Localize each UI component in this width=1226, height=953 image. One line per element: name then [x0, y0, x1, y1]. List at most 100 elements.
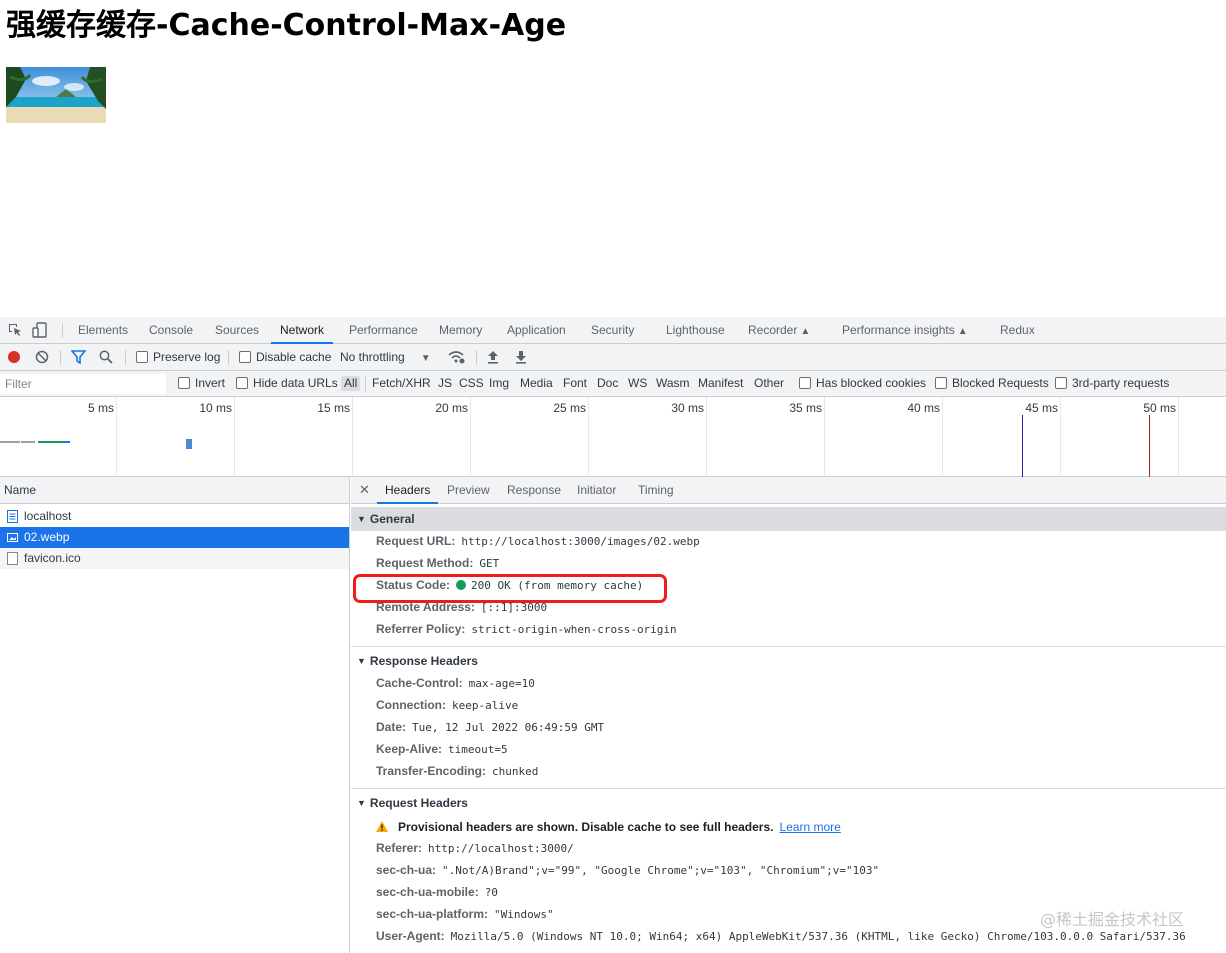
tab-security[interactable]: Security: [591, 317, 634, 344]
request-details-panel: ✕ Headers Preview Response Initiator Tim…: [351, 477, 1226, 953]
header-row: sec-ch-ua-platform: "Windows": [376, 907, 554, 921]
devtools-panel: Elements Console Sources Network Perform…: [0, 317, 1226, 953]
filter-type-wasm[interactable]: Wasm: [656, 371, 690, 396]
tab-performance[interactable]: Performance: [349, 317, 418, 344]
filter-icon[interactable]: [71, 350, 86, 364]
tab-lighthouse[interactable]: Lighthouse: [666, 317, 725, 344]
learn-more-link[interactable]: Learn more: [779, 820, 840, 834]
section-title: General: [369, 512, 415, 526]
filter-type-fetch-xhr[interactable]: Fetch/XHR: [372, 371, 431, 396]
tab-network[interactable]: Network: [271, 317, 334, 344]
header-row: Date: Tue, 12 Jul 2022 06:49:59 GMT: [376, 720, 605, 734]
filter-type-ws[interactable]: WS: [628, 371, 647, 396]
collapse-triangle-icon: ▼: [357, 798, 366, 808]
watermark: @稀土掘金技术社区: [1040, 910, 1185, 929]
request-row[interactable]: favicon.ico: [0, 548, 349, 569]
section-title: Request Headers: [369, 796, 468, 810]
tab-recorder[interactable]: Recorder ▲: [748, 317, 810, 344]
filter-type-all[interactable]: All: [341, 376, 361, 391]
tab-application[interactable]: Application: [507, 317, 566, 344]
tab-headers[interactable]: Headers: [377, 477, 439, 504]
export-har-icon[interactable]: [515, 350, 527, 364]
timeline-tick: 20 ms: [435, 401, 468, 415]
filter-type-img[interactable]: Img: [489, 371, 509, 396]
filter-type-js[interactable]: JS: [438, 371, 452, 396]
timeline-tick: 5 ms: [87, 401, 114, 415]
throttling-select[interactable]: No throttling ▼: [340, 344, 431, 370]
tab-redux[interactable]: Redux: [1000, 317, 1035, 344]
tab-performance-insights[interactable]: Performance insights ▲: [842, 317, 968, 344]
checkbox-icon: [236, 377, 248, 389]
close-details-icon[interactable]: ✕: [359, 477, 370, 504]
record-icon[interactable]: [7, 350, 21, 364]
timeline-tick: 50 ms: [1143, 401, 1176, 415]
clear-icon[interactable]: [35, 350, 49, 364]
filter-type-font[interactable]: Font: [563, 371, 587, 396]
tab-elements[interactable]: Elements: [78, 317, 128, 344]
has-blocked-cookies-label: Has blocked cookies: [816, 376, 927, 390]
filter-type-manifest[interactable]: Manifest: [698, 371, 743, 396]
disable-cache-checkbox[interactable]: Disable cache: [239, 344, 331, 370]
column-header-name[interactable]: Name: [0, 477, 349, 504]
flask-icon: ▲: [957, 326, 968, 337]
filter-type-doc[interactable]: Doc: [597, 371, 618, 396]
status-code-highlight-annotation: [353, 574, 667, 603]
filter-type-media[interactable]: Media: [520, 371, 553, 396]
tab-performance-insights-label: Performance insights: [842, 323, 955, 337]
tab-sources[interactable]: Sources: [215, 317, 259, 344]
import-har-icon[interactable]: [487, 350, 499, 364]
third-party-requests-checkbox[interactable]: 3rd-party requests: [1055, 371, 1169, 396]
network-conditions-icon[interactable]: [448, 350, 466, 364]
network-overview-timeline[interactable]: 5 ms 10 ms 15 ms 20 ms 25 ms 30 ms 35 ms…: [0, 397, 1226, 477]
search-icon[interactable]: [99, 350, 113, 364]
tab-memory[interactable]: Memory: [439, 317, 482, 344]
throttling-value: No throttling: [340, 350, 405, 364]
dom-content-loaded-marker: [1022, 415, 1023, 477]
device-toolbar-icon[interactable]: [32, 322, 48, 338]
header-row: sec-ch-ua-mobile: ?0: [376, 885, 498, 899]
tab-console[interactable]: Console: [149, 317, 193, 344]
tab-response[interactable]: Response: [507, 477, 561, 504]
tab-preview[interactable]: Preview: [447, 477, 490, 504]
request-list: Name localhost 02.webp favicon.ico: [0, 477, 350, 953]
header-row: Request URL: http://localhost:3000/images…: [376, 534, 700, 548]
request-row[interactable]: localhost: [0, 506, 349, 527]
timeline-tick: 10 ms: [199, 401, 232, 415]
provisional-headers-warning: Provisional headers are shown. Disable c…: [376, 817, 841, 837]
filter-type-css[interactable]: CSS: [459, 371, 484, 396]
filter-input[interactable]: [0, 374, 166, 394]
inspect-element-icon[interactable]: [7, 322, 23, 338]
blocked-requests-checkbox[interactable]: Blocked Requests: [935, 371, 1049, 396]
network-filter-bar: Invert Hide data URLs All Fetch/XHR JS C…: [0, 371, 1226, 397]
hide-data-urls-label: Hide data URLs: [253, 376, 338, 390]
timeline-bar-localhost-ttfb: [38, 441, 64, 443]
request-row-selected[interactable]: 02.webp: [0, 527, 349, 548]
third-party-requests-label: 3rd-party requests: [1072, 376, 1170, 390]
header-row: Keep-Alive: timeout=5: [376, 742, 508, 756]
load-event-marker: [1149, 415, 1150, 477]
header-row: sec-ch-ua: ".Not/A)Brand";v="99", "Google…: [376, 863, 880, 877]
dropdown-arrow-icon: ▼: [420, 353, 431, 364]
collapse-triangle-icon: ▼: [357, 514, 366, 524]
invert-checkbox[interactable]: Invert: [178, 371, 225, 396]
request-name: 02.webp: [24, 530, 70, 544]
section-response-headers-header[interactable]: ▼ Response Headers: [351, 649, 1226, 673]
blocked-requests-label: Blocked Requests: [952, 376, 1049, 390]
checkbox-icon: [935, 377, 947, 389]
timeline-bar-localhost-download: [64, 441, 70, 443]
filter-type-other[interactable]: Other: [754, 371, 784, 396]
preserve-log-checkbox[interactable]: Preserve log: [136, 344, 220, 370]
header-row: Referer: http://localhost:3000/: [376, 841, 574, 855]
request-name: favicon.ico: [24, 551, 81, 565]
section-request-headers-header[interactable]: ▼ Request Headers: [351, 791, 1226, 815]
generic-file-icon: [7, 552, 18, 565]
section-general-header[interactable]: ▼ General: [351, 507, 1226, 531]
tab-timing[interactable]: Timing: [638, 477, 674, 504]
image-file-icon: [7, 533, 18, 542]
preserve-log-label: Preserve log: [153, 350, 221, 364]
tab-initiator[interactable]: Initiator: [577, 477, 616, 504]
hide-data-urls-checkbox[interactable]: Hide data URLs: [236, 371, 338, 396]
warning-text: Provisional headers are shown. Disable c…: [398, 820, 774, 834]
network-toolbar: Preserve log Disable cache No throttling…: [0, 344, 1226, 371]
has-blocked-cookies-checkbox[interactable]: Has blocked cookies: [799, 371, 926, 396]
